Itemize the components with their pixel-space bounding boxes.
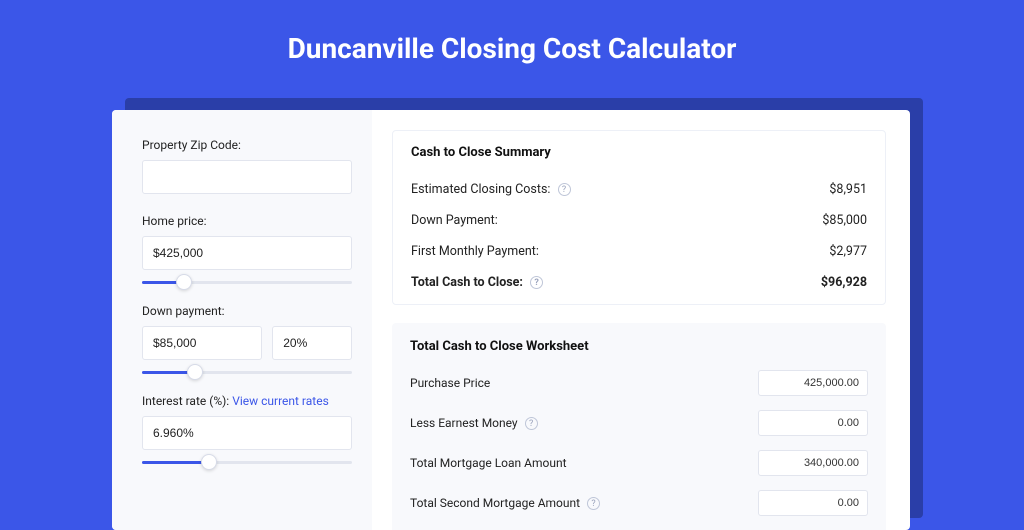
home-price-slider[interactable] (142, 276, 352, 290)
summary-row-value: $2,977 (829, 244, 867, 259)
worksheet-row-value[interactable] (758, 410, 868, 436)
interest-rate-slider[interactable] (142, 456, 352, 470)
interest-label-text: Interest rate (%): (142, 394, 232, 408)
label-text: Estimated Closing Costs: (411, 182, 550, 197)
worksheet-row-label: Less Earnest Money ? (410, 416, 538, 430)
slider-thumb[interactable] (201, 454, 217, 470)
worksheet-row-label: Purchase Price (410, 376, 490, 390)
worksheet-row: Total Second Mortgage Amount ? (410, 490, 868, 516)
home-price-label: Home price: (142, 214, 352, 228)
down-payment-slider[interactable] (142, 366, 352, 380)
summary-row-label: Estimated Closing Costs: ? (411, 182, 571, 197)
slider-thumb[interactable] (187, 364, 203, 380)
down-payment-amount-input[interactable] (142, 326, 262, 360)
slider-fill (142, 461, 209, 464)
worksheet-row-value[interactable] (758, 490, 868, 516)
summary-row: Down Payment: $85,000 (411, 205, 867, 236)
worksheet-row: Purchase Price (410, 370, 868, 396)
page-title: Duncanville Closing Cost Calculator (0, 0, 1024, 89)
worksheet-row: Total Mortgage Loan Amount (410, 450, 868, 476)
summary-row-value: $85,000 (822, 213, 867, 228)
help-icon[interactable]: ? (525, 417, 538, 430)
worksheet-card: Total Cash to Close Worksheet Purchase P… (392, 323, 886, 530)
zip-input[interactable] (142, 160, 352, 194)
label-text: Total Cash to Close: (411, 275, 523, 290)
help-icon[interactable]: ? (587, 497, 600, 510)
help-icon[interactable]: ? (530, 276, 543, 289)
zip-label: Property Zip Code: (142, 138, 352, 152)
home-price-input[interactable] (142, 236, 352, 270)
down-payment-label: Down payment: (142, 304, 352, 318)
worksheet-row: Less Earnest Money ? (410, 410, 868, 436)
results-panel: Cash to Close Summary Estimated Closing … (372, 110, 910, 530)
calculator-card: Property Zip Code: Home price: Down paym… (112, 110, 910, 530)
worksheet-title: Total Cash to Close Worksheet (410, 339, 868, 354)
label-text: Less Earnest Money (410, 416, 518, 430)
interest-rate-label: Interest rate (%): View current rates (142, 394, 352, 408)
worksheet-row-label: Total Mortgage Loan Amount (410, 456, 567, 470)
summary-title: Cash to Close Summary (411, 145, 867, 160)
summary-row-value: $8,951 (829, 182, 867, 197)
summary-row: Estimated Closing Costs: ? $8,951 (411, 174, 867, 205)
slider-thumb[interactable] (176, 274, 192, 290)
worksheet-row-label: Total Second Mortgage Amount ? (410, 496, 600, 510)
help-icon[interactable]: ? (558, 183, 571, 196)
summary-total-row: Total Cash to Close: ? $96,928 (411, 267, 867, 298)
worksheet-row-value[interactable] (758, 450, 868, 476)
summary-row-label: First Monthly Payment: (411, 244, 539, 259)
label-text: Total Second Mortgage Amount (410, 496, 580, 510)
interest-rate-input[interactable] (142, 416, 352, 450)
worksheet-row-value[interactable] (758, 370, 868, 396)
summary-total-label: Total Cash to Close: ? (411, 275, 543, 290)
summary-row: First Monthly Payment: $2,977 (411, 236, 867, 267)
down-payment-pct-input[interactable] (272, 326, 352, 360)
summary-card: Cash to Close Summary Estimated Closing … (392, 130, 886, 305)
view-rates-link[interactable]: View current rates (232, 394, 329, 408)
summary-row-label: Down Payment: (411, 213, 498, 228)
summary-total-value: $96,928 (821, 275, 867, 290)
inputs-panel: Property Zip Code: Home price: Down paym… (112, 110, 372, 530)
